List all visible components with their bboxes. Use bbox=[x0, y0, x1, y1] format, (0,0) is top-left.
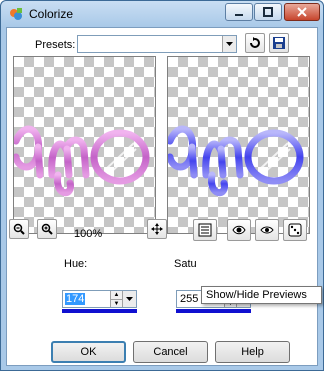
reset-preset-button[interactable] bbox=[245, 33, 265, 53]
move-icon bbox=[151, 223, 163, 235]
save-preset-button[interactable] bbox=[269, 33, 289, 53]
ok-button[interactable]: OK bbox=[51, 341, 126, 363]
app-icon bbox=[10, 8, 22, 20]
presets-label: Presets: bbox=[35, 39, 76, 51]
hue-value[interactable]: 174 bbox=[65, 293, 86, 305]
close-button[interactable] bbox=[284, 3, 320, 21]
proof-button[interactable] bbox=[227, 219, 251, 241]
original-preview-image bbox=[14, 125, 150, 196]
zoom-in-button[interactable] bbox=[37, 219, 57, 239]
previews-icon bbox=[198, 223, 212, 237]
hue-label: Hue: bbox=[64, 258, 88, 270]
hue-up-arrow[interactable]: ▲ bbox=[111, 291, 122, 299]
presets-dropdown[interactable] bbox=[77, 35, 237, 53]
auto-proof-button[interactable] bbox=[255, 219, 279, 241]
saturation-slider-bar[interactable] bbox=[176, 309, 251, 313]
help-button[interactable]: Help bbox=[215, 341, 290, 363]
hue-stepper[interactable]: ▲ ▼ bbox=[110, 291, 122, 307]
show-hide-previews-button[interactable] bbox=[193, 219, 217, 241]
saturation-value[interactable]: 255 bbox=[179, 293, 199, 305]
hue-down-arrow[interactable]: ▼ bbox=[111, 299, 122, 307]
maximize-button[interactable] bbox=[254, 3, 282, 21]
maximize-icon bbox=[263, 7, 273, 17]
close-icon bbox=[297, 7, 307, 17]
eye-icon bbox=[260, 226, 274, 234]
zoom-level: 100% bbox=[74, 228, 103, 240]
colorized-preview[interactable] bbox=[167, 56, 310, 234]
proof-icon bbox=[232, 225, 246, 235]
randomize-button[interactable] bbox=[283, 219, 307, 241]
chevron-down-icon bbox=[126, 297, 133, 301]
reset-icon bbox=[250, 37, 260, 48]
dice-icon bbox=[288, 223, 302, 237]
hue-slider-bar[interactable] bbox=[62, 309, 137, 313]
presets-dropdown-arrow[interactable] bbox=[222, 36, 236, 52]
pan-button[interactable] bbox=[147, 219, 167, 239]
original-preview[interactable] bbox=[13, 56, 156, 234]
window-title: Colorize bbox=[29, 7, 74, 21]
colorized-preview-image bbox=[168, 125, 304, 196]
chevron-down-icon bbox=[226, 42, 233, 46]
minimize-icon bbox=[235, 14, 243, 16]
minimize-button[interactable] bbox=[225, 3, 253, 21]
zoom-out-icon bbox=[13, 223, 25, 235]
save-icon bbox=[273, 37, 285, 49]
zoom-out-button[interactable] bbox=[9, 219, 29, 239]
hue-spinner[interactable]: 174 ▲ ▼ bbox=[62, 290, 137, 308]
cancel-button[interactable]: Cancel bbox=[133, 341, 208, 363]
zoom-in-icon bbox=[41, 223, 53, 235]
saturation-label: Satu bbox=[174, 258, 197, 270]
hue-dropdown-arrow[interactable] bbox=[122, 291, 136, 307]
tooltip: Show/Hide Previews bbox=[201, 286, 322, 304]
title-bar[interactable]: Colorize bbox=[1, 1, 323, 27]
dialog-body: Presets: 100% Hue: Satu 174 ▲ ▼ 255 Show… bbox=[6, 27, 322, 366]
colorize-dialog: Colorize Presets: 100% Hue: Satu 174 ▲ ▼… bbox=[0, 0, 324, 371]
